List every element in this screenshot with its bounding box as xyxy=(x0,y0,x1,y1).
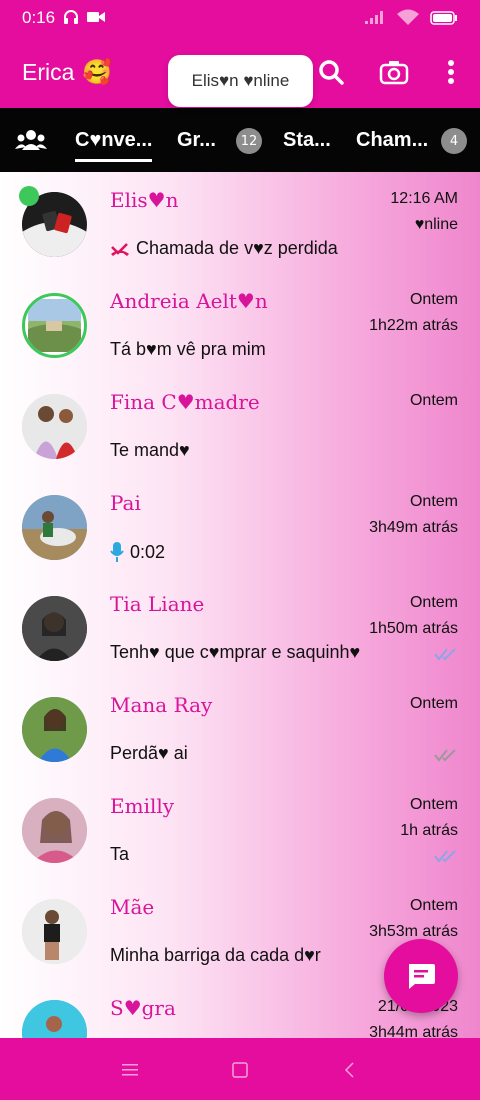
chat-date: Ontem xyxy=(409,291,458,308)
status-bar: 0:16 xyxy=(0,0,480,38)
avatar[interactable] xyxy=(22,1000,87,1038)
chat-row[interactable]: Mana Ray Ontem Perdã♥ ai xyxy=(0,677,480,778)
avatar[interactable] xyxy=(22,798,87,863)
online-toast: Elis♥n ♥nline xyxy=(168,55,313,107)
contact-name: Elis♥n xyxy=(110,188,179,212)
chat-list: Elis♥n 12:16 AM ♥nline Chamada de v♥z pe… xyxy=(0,172,480,1038)
chat-date: Ontem xyxy=(409,493,458,510)
contact-name: Fina C♥madre xyxy=(110,390,260,414)
tab-label: Gr... xyxy=(177,128,216,151)
chat-date: Ontem xyxy=(409,392,458,409)
contact-name: S♥gra xyxy=(110,996,176,1020)
chat-bubble-icon xyxy=(409,964,435,989)
contact-name: Emilly xyxy=(110,794,175,818)
chat-subtext: 1h50m atrás xyxy=(369,620,458,637)
status-time: 0:16 xyxy=(22,8,56,27)
avatar[interactable] xyxy=(22,899,87,964)
signal-icon xyxy=(364,9,386,29)
chat-subtext: ♥nline xyxy=(414,216,458,233)
calls-count-badge: 4 xyxy=(441,128,467,154)
chat-subtext: 3h44m atrás xyxy=(369,1024,458,1038)
contact-name: Tia Liane xyxy=(110,592,205,616)
delivered-receipt-icon xyxy=(434,747,458,766)
more-options-button[interactable] xyxy=(433,54,469,90)
back-button[interactable] xyxy=(336,1056,364,1084)
tab-status[interactable]: Sta... xyxy=(283,108,331,172)
online-indicator xyxy=(19,186,39,206)
community-icon xyxy=(15,130,47,150)
contact-name: Andreia Aelt♥n xyxy=(110,289,268,313)
chat-row[interactable]: Fina C♥madre Ontem Te mand♥ xyxy=(0,374,480,475)
avatar[interactable] xyxy=(22,697,87,762)
system-nav-bar xyxy=(0,1038,480,1100)
chat-row[interactable]: Andreia Aelt♥n Ontem 1h22m atrás Tá b♥m … xyxy=(0,273,480,374)
chat-date: Ontem xyxy=(409,594,458,611)
wifi-icon xyxy=(396,8,420,30)
contact-name: Mana Ray xyxy=(110,693,213,717)
chat-date: Ontem xyxy=(409,897,458,914)
last-message: 0:02 xyxy=(110,541,165,563)
last-message: Ta xyxy=(110,844,130,864)
smiling-face-hearts-emoji: 🥰 xyxy=(82,59,113,86)
account-name: Erica xyxy=(22,59,75,85)
read-receipt-icon xyxy=(434,848,458,867)
home-button[interactable] xyxy=(226,1056,254,1084)
more-vert-icon xyxy=(448,60,454,84)
search-button[interactable] xyxy=(313,54,349,90)
camera-button[interactable] xyxy=(376,54,412,90)
tab-label: Cham... xyxy=(356,128,429,151)
tab-groups[interactable]: Gr... xyxy=(177,108,216,172)
last-message: Tá b♥m vê pra mim xyxy=(110,339,266,359)
header-title: Erica 🥰 xyxy=(22,58,112,87)
missed-call-icon xyxy=(111,242,129,256)
camera-icon xyxy=(379,61,409,85)
contact-name: Mãe xyxy=(110,895,155,919)
tab-conversations[interactable]: C♥nve... xyxy=(75,108,153,172)
avatar[interactable] xyxy=(22,394,87,459)
chat-subtext: 3h49m atrás xyxy=(369,519,458,536)
last-message: Chamada de v♥z perdida xyxy=(110,238,338,259)
chat-row[interactable]: Pai Ontem 3h49m atrás 0:02 xyxy=(0,475,480,576)
chat-subtext: 1h atrás xyxy=(400,822,458,839)
last-message: Te mand♥ xyxy=(110,440,190,460)
groups-count-badge: 12 xyxy=(236,128,262,154)
home-square-icon xyxy=(232,1062,248,1078)
recent-apps-button[interactable] xyxy=(116,1056,144,1084)
last-message: Perdã♥ ai xyxy=(110,743,188,763)
last-message: Tenh♥ que c♥mprar e saquinh♥ xyxy=(110,642,361,662)
chat-date: Ontem xyxy=(409,695,458,712)
chat-date: Ontem xyxy=(409,796,458,813)
avatar-with-status-ring[interactable] xyxy=(22,293,87,358)
tab-calls[interactable]: Cham... xyxy=(356,108,428,172)
avatar[interactable] xyxy=(22,495,87,560)
chat-row[interactable]: Elis♥n 12:16 AM ♥nline Chamada de v♥z pe… xyxy=(0,172,480,273)
back-chevron-icon xyxy=(344,1062,354,1078)
menu-icon xyxy=(122,1064,138,1076)
last-message: Minha barriga da cada d♥r xyxy=(110,945,321,965)
read-receipt-icon xyxy=(434,646,458,665)
chat-date: 12:16 AM xyxy=(390,190,458,207)
tab-bar: C♥nve... Gr... 12 Sta... Cham... 4 xyxy=(0,108,480,172)
new-chat-button[interactable] xyxy=(384,939,458,1013)
headphones-icon xyxy=(62,8,80,30)
chat-row[interactable]: Tia Liane Ontem 1h50m atrás Tenh♥ que c♥… xyxy=(0,576,480,677)
tab-label: Sta... xyxy=(283,128,331,151)
mic-icon xyxy=(110,542,124,562)
battery-icon xyxy=(430,10,458,29)
tab-communities[interactable] xyxy=(14,108,48,172)
contact-name: Pai xyxy=(110,491,141,515)
chat-subtext: 3h53m atrás xyxy=(369,923,458,940)
avatar[interactable] xyxy=(22,596,87,661)
video-record-icon xyxy=(86,8,106,30)
tab-label: C♥nve... xyxy=(75,128,153,151)
chat-subtext: 1h22m atrás xyxy=(369,317,458,334)
search-icon xyxy=(319,60,344,85)
chat-row[interactable]: Emilly Ontem 1h atrás Ta xyxy=(0,778,480,879)
